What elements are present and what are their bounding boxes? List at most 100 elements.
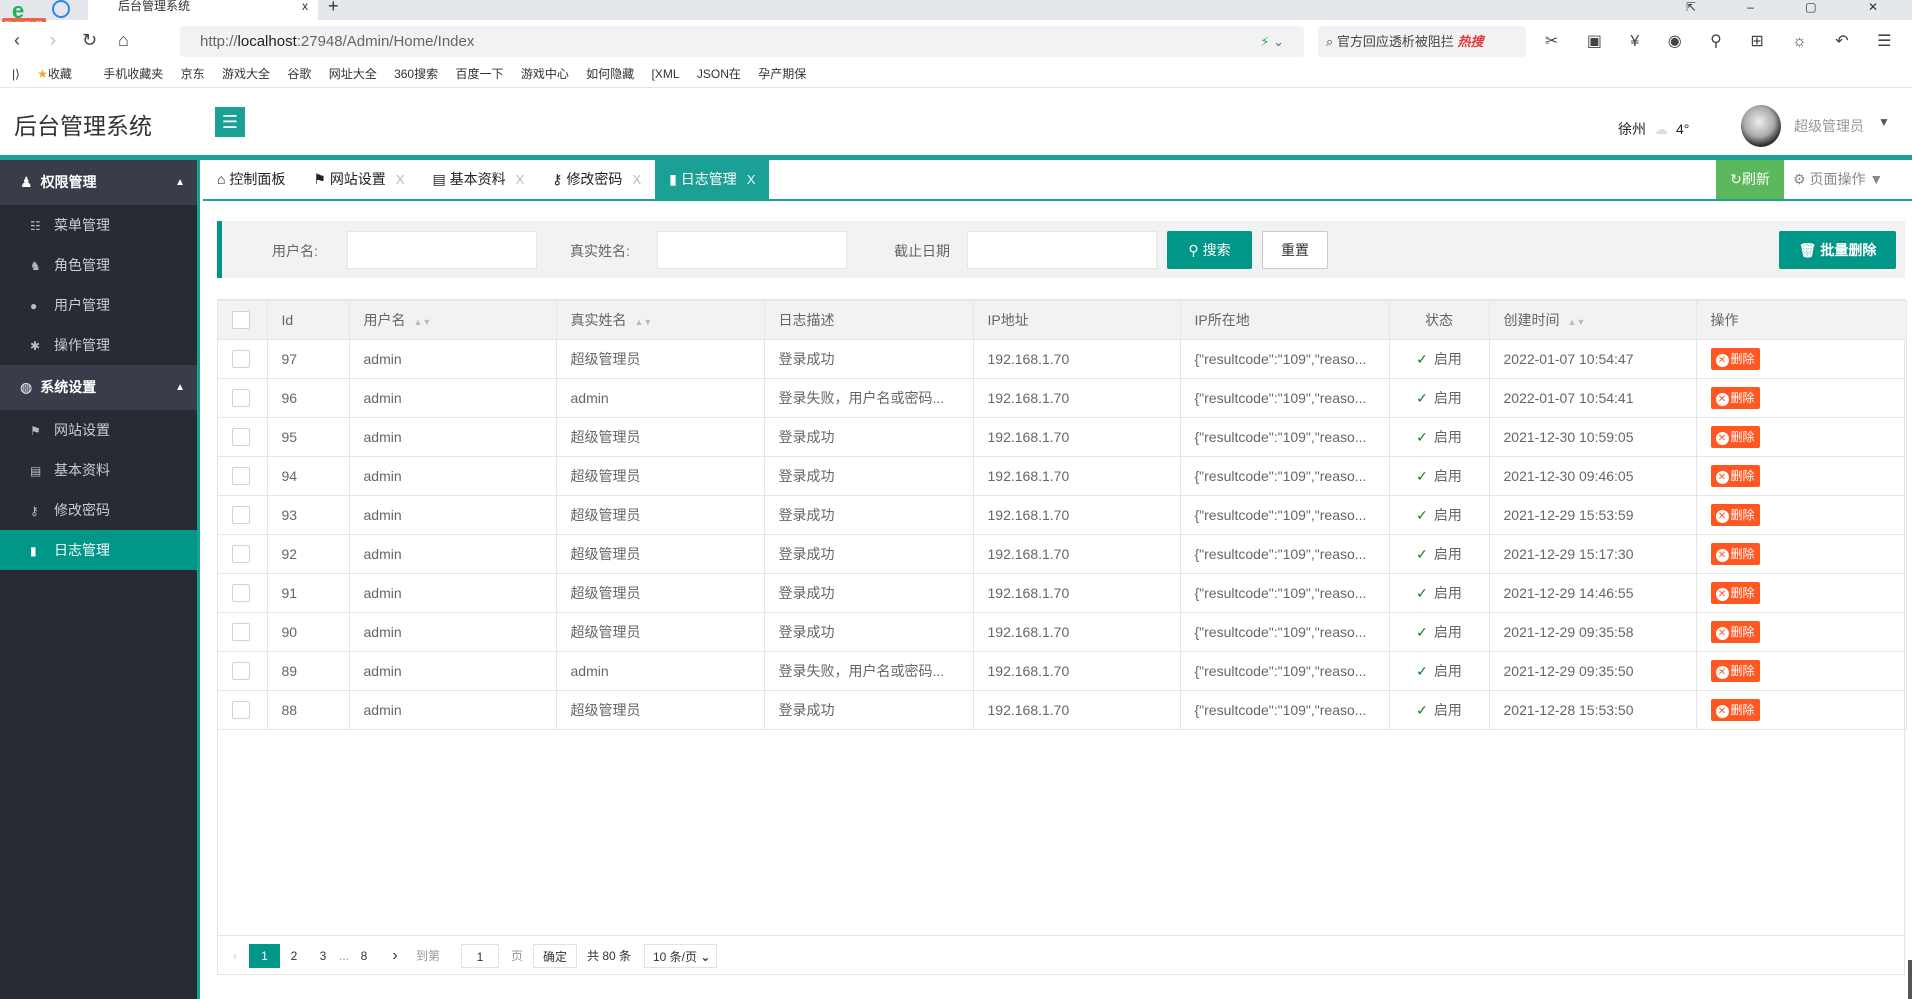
compass-icon[interactable] bbox=[52, 0, 70, 18]
bookmark[interactable]: 谷歌 bbox=[287, 67, 311, 81]
browser-tab[interactable]: 后台管理系统 x bbox=[88, 0, 318, 20]
row-checkbox[interactable] bbox=[218, 612, 268, 652]
sidebar-group-system[interactable]: ◍ 系统设置 ▲ bbox=[0, 365, 197, 410]
col-created[interactable]: 创建时间 ▲▼ bbox=[1488, 300, 1697, 340]
sidebar-item-profile[interactable]: ▤ 基本资料 bbox=[0, 450, 197, 490]
close-icon[interactable]: X bbox=[396, 172, 405, 187]
sidebar-item-roles[interactable]: ♞ 角色管理 bbox=[0, 245, 197, 285]
tab-dashboard[interactable]: ⌂ 控制面板 bbox=[203, 160, 299, 199]
page-8[interactable]: 8 bbox=[354, 944, 374, 968]
row-checkbox[interactable] bbox=[218, 573, 268, 613]
sidebar-item-users[interactable]: ● 用户管理 bbox=[0, 285, 197, 325]
delete-button[interactable]: ✕ 删除 bbox=[1710, 426, 1760, 448]
delete-button[interactable]: ✕ 删除 bbox=[1710, 543, 1760, 565]
bookmark[interactable]: 游戏中心 bbox=[521, 67, 569, 81]
bookmark[interactable]: [XML bbox=[652, 67, 680, 81]
delete-button[interactable]: ✕ 删除 bbox=[1710, 348, 1760, 370]
toolbar-icons[interactable]: ✂ ▣ ¥ ◉ ⚲ ⊞ ☼ ↶ ☰ bbox=[1545, 31, 1903, 51]
cell-id: 93 bbox=[266, 495, 350, 535]
page-operations-dropdown[interactable]: ⚙ 页面操作 ▼ bbox=[1793, 160, 1883, 199]
home-icon[interactable]: ⌂ bbox=[118, 30, 129, 51]
delete-button[interactable]: ✕ 删除 bbox=[1710, 621, 1760, 643]
bookmark[interactable]: JSON在 bbox=[697, 67, 741, 81]
tab-profile[interactable]: ▤ 基本资料 X bbox=[418, 160, 538, 199]
close-icon[interactable]: X bbox=[747, 172, 756, 187]
page-3[interactable]: 3 bbox=[313, 944, 333, 968]
delete-button[interactable]: ✕ 删除 bbox=[1710, 465, 1760, 487]
delete-button[interactable]: ✕ 删除 bbox=[1710, 699, 1760, 721]
forward-icon[interactable]: › bbox=[50, 30, 56, 51]
url-prefix: http:// bbox=[200, 33, 238, 50]
bookmark[interactable]: 网址大全 bbox=[329, 67, 377, 81]
browser-search[interactable]: ⌕ 官方回应透析被阻拦 热搜 bbox=[1318, 26, 1526, 57]
delete-button[interactable]: ✕ 删除 bbox=[1710, 582, 1760, 604]
sort-icon[interactable]: ▲▼ bbox=[635, 317, 653, 327]
user-name[interactable]: 超级管理员 bbox=[1794, 116, 1864, 136]
menu-toggle-button[interactable]: ☰ bbox=[215, 107, 245, 137]
window-controls[interactable]: ⇱ – ▢ ✕ bbox=[1686, 0, 1902, 14]
bookmark[interactable]: ★收藏 bbox=[37, 67, 86, 81]
delete-button[interactable]: ✕ 删除 bbox=[1710, 387, 1760, 409]
sidebar-item-logs[interactable]: ▮ 日志管理 bbox=[0, 530, 197, 570]
tab-site-settings[interactable]: ⚑ 网站设置 X bbox=[299, 160, 418, 199]
page-size-select[interactable]: 10 条/页 ⌄ bbox=[644, 944, 717, 968]
batch-delete-button[interactable]: 🗑 批量删除 bbox=[1779, 231, 1896, 269]
row-checkbox[interactable] bbox=[218, 417, 268, 457]
tab-password[interactable]: ⚷ 修改密码 X bbox=[538, 160, 655, 199]
sidebar-item-menu[interactable]: ☷ 菜单管理 bbox=[0, 205, 197, 245]
bookmark[interactable]: 360搜索 bbox=[394, 67, 438, 81]
delete-button[interactable]: ✕ 删除 bbox=[1710, 504, 1760, 526]
tab-logs[interactable]: ▮ 日志管理 X bbox=[655, 160, 770, 199]
caret-down-icon[interactable]: ▼ bbox=[1878, 115, 1890, 129]
weather: 徐州 ☁ 4° bbox=[1618, 119, 1689, 139]
bookmark[interactable]: 手机收藏夹 bbox=[103, 67, 163, 81]
goto-confirm-button[interactable]: 确定 bbox=[533, 944, 577, 968]
reset-button[interactable]: 重置 bbox=[1262, 231, 1328, 269]
close-icon[interactable]: X bbox=[516, 172, 525, 187]
new-tab-icon[interactable]: + bbox=[328, 0, 339, 17]
col-realname[interactable]: 真实姓名 ▲▼ bbox=[555, 300, 765, 340]
realname-input[interactable] bbox=[657, 231, 847, 269]
row-checkbox[interactable] bbox=[218, 378, 268, 418]
address-bar[interactable]: http://localhost:27948/Admin/Home/Index … bbox=[180, 26, 1304, 57]
refresh-button[interactable]: ↻刷新 bbox=[1716, 160, 1784, 199]
username-input[interactable] bbox=[347, 231, 537, 269]
row-checkbox[interactable] bbox=[218, 651, 268, 691]
tab-label: 基本资料 bbox=[449, 171, 506, 187]
row-checkbox[interactable] bbox=[218, 495, 268, 535]
close-tab-icon[interactable]: x bbox=[302, 0, 308, 12]
sidebar-item-operations[interactable]: ✱ 操作管理 bbox=[0, 325, 197, 365]
row-checkbox[interactable] bbox=[218, 456, 268, 496]
reload-icon[interactable]: ↻ bbox=[82, 30, 97, 51]
bookmark[interactable]: 孕产期保 bbox=[758, 67, 806, 81]
bookmark[interactable]: 京东 bbox=[181, 67, 205, 81]
sidebar-item-site-settings[interactable]: ⚑ 网站设置 bbox=[0, 410, 197, 450]
bookmark[interactable]: 游戏大全 bbox=[222, 67, 270, 81]
page-1[interactable]: 1 bbox=[249, 944, 280, 968]
delete-button[interactable]: ✕ 删除 bbox=[1710, 660, 1760, 682]
sidebar-toggle-icon[interactable]: |⟩ bbox=[12, 67, 20, 81]
bookmark[interactable]: 百度一下 bbox=[455, 67, 503, 81]
col-username[interactable]: 用户名 ▲▼ bbox=[348, 300, 557, 340]
row-checkbox[interactable] bbox=[218, 339, 268, 379]
search-button[interactable]: ⚲ 搜索 bbox=[1167, 231, 1252, 269]
lightning-icon[interactable]: ⚡ ⌄ bbox=[1260, 26, 1284, 57]
avatar[interactable] bbox=[1741, 105, 1781, 147]
back-icon[interactable]: ‹ bbox=[14, 30, 20, 51]
cell-description: 登录成功 bbox=[763, 417, 974, 457]
row-checkbox[interactable] bbox=[218, 690, 268, 730]
scrollbar[interactable] bbox=[1908, 960, 1912, 999]
select-all-checkbox[interactable] bbox=[218, 300, 268, 340]
row-checkbox[interactable] bbox=[218, 534, 268, 574]
sidebar-item-password[interactable]: ⚷ 修改密码 bbox=[0, 490, 197, 530]
page-2[interactable]: 2 bbox=[284, 944, 304, 968]
goto-page-input[interactable]: 1 bbox=[461, 944, 499, 968]
next-page-icon[interactable]: › bbox=[388, 944, 402, 968]
close-icon[interactable]: X bbox=[632, 172, 641, 187]
sidebar-group-permissions[interactable]: ♟ 权限管理 ▲ bbox=[0, 160, 197, 205]
prev-page-icon[interactable]: ‹ bbox=[228, 944, 242, 968]
date-input[interactable] bbox=[967, 231, 1157, 269]
bookmark[interactable]: 如何隐藏 bbox=[586, 67, 634, 81]
sort-icon[interactable]: ▲▼ bbox=[1568, 317, 1586, 327]
sort-icon[interactable]: ▲▼ bbox=[414, 317, 432, 327]
